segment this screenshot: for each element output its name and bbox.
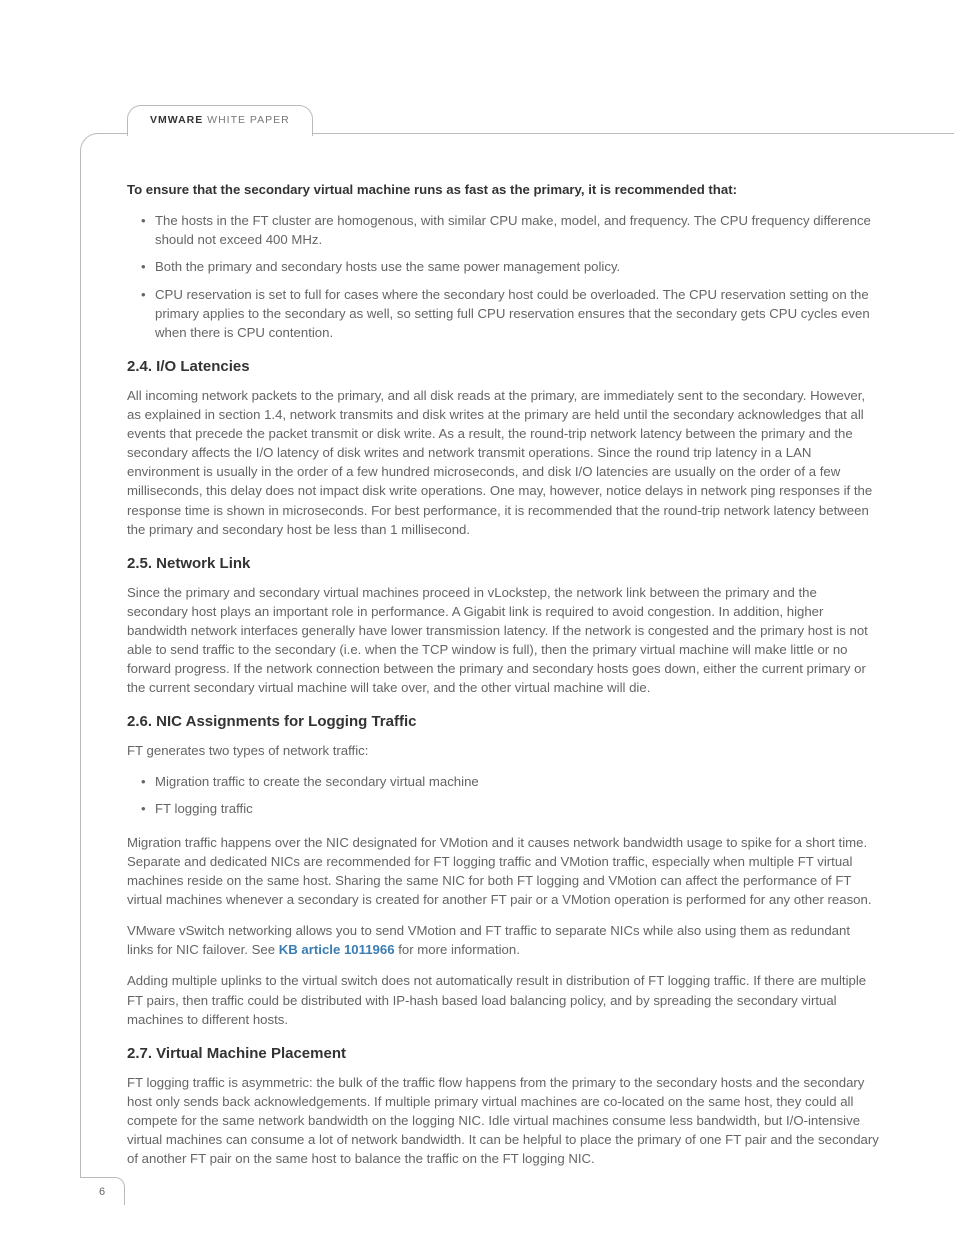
list-item: CPU reservation is set to full for cases… bbox=[141, 285, 879, 342]
kb-article-link[interactable]: KB article 1011966 bbox=[279, 942, 395, 957]
p2-suffix: for more information. bbox=[395, 942, 520, 957]
page-number-text: 6 bbox=[99, 1186, 105, 1198]
section-body-27: FT logging traffic is asymmetric: the bu… bbox=[127, 1073, 879, 1169]
list-item: FT logging traffic bbox=[141, 799, 879, 818]
section-p3-26: Adding multiple uplinks to the virtual s… bbox=[127, 971, 879, 1028]
section-body-25: Since the primary and secondary virtual … bbox=[127, 583, 879, 698]
header-doctype: WHITE PAPER bbox=[207, 114, 290, 126]
section-heading-24: 2.4. I/O Latencies bbox=[127, 356, 879, 378]
section-body-24: All incoming network packets to the prim… bbox=[127, 386, 879, 539]
header-tab: VMWARE WHITE PAPER bbox=[127, 105, 313, 136]
page-content: To ensure that the secondary virtual mac… bbox=[127, 180, 879, 1180]
list-item: The hosts in the FT cluster are homogeno… bbox=[141, 211, 879, 249]
list-item: Migration traffic to create the secondar… bbox=[141, 772, 879, 791]
section-p1-26: Migration traffic happens over the NIC d… bbox=[127, 833, 879, 910]
list-item: Both the primary and secondary hosts use… bbox=[141, 257, 879, 276]
intro-list: The hosts in the FT cluster are homogeno… bbox=[127, 211, 879, 342]
header-brand: VMWARE bbox=[150, 114, 203, 126]
intro-text: To ensure that the secondary virtual mac… bbox=[127, 180, 879, 199]
traffic-list: Migration traffic to create the secondar… bbox=[127, 772, 879, 818]
section-heading-26: 2.6. NIC Assignments for Logging Traffic bbox=[127, 711, 879, 733]
section-heading-25: 2.5. Network Link bbox=[127, 553, 879, 575]
section-heading-27: 2.7. Virtual Machine Placement bbox=[127, 1043, 879, 1065]
section-lead-26: FT generates two types of network traffi… bbox=[127, 741, 879, 760]
section-p2-26: VMware vSwitch networking allows you to … bbox=[127, 921, 879, 959]
page-number: 6 bbox=[80, 1177, 125, 1205]
